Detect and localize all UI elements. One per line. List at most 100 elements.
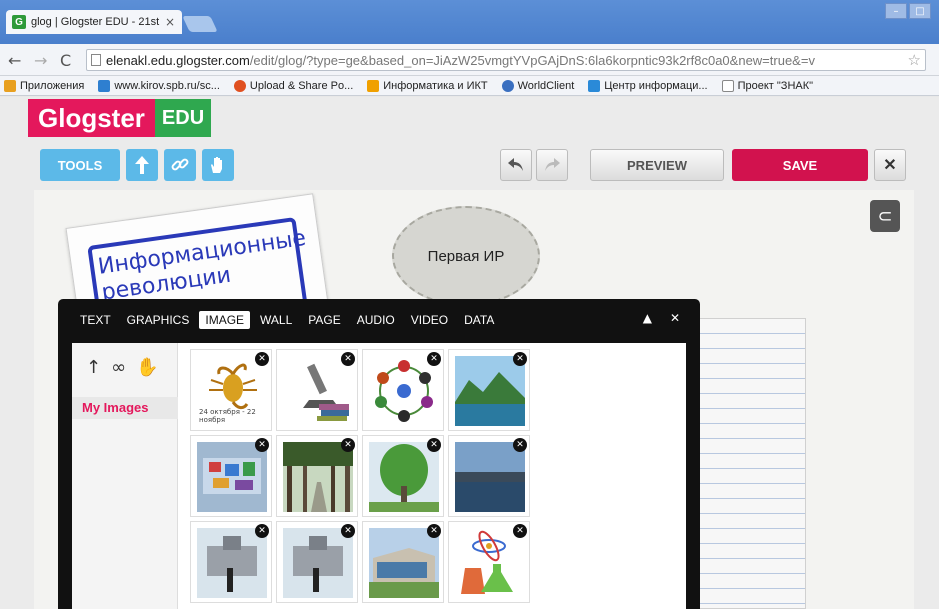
glogster-favicon-icon: G [12,15,26,29]
mountain-lake-image [455,356,525,426]
remove-image-icon[interactable]: ✕ [255,352,269,366]
link-chain-icon[interactable]: ∞ [111,357,126,378]
tab-graphics[interactable]: GRAPHICS [121,311,196,329]
image-thumb-fountain-2[interactable]: ✕ [276,521,358,603]
tab-close-icon[interactable]: × [165,15,175,29]
tab-data[interactable]: DATA [458,311,500,329]
panel-close-icon[interactable]: ✕ [670,311,680,325]
bookmark-label: Информатика и ИКТ [383,79,488,92]
remove-image-icon[interactable]: ✕ [341,438,355,452]
image-thumb-forest-path[interactable]: ✕ [276,435,358,517]
image-thumb-building[interactable]: ✕ [362,521,444,603]
remove-image-icon[interactable]: ✕ [255,524,269,538]
address-bar: ← → C elenakl.edu.glogster.com/edit/glog… [0,44,939,76]
panel-controls: ▲ ✕ [643,311,680,325]
browser-titlebar: G glog | Glogster EDU - 21st × – □ [0,0,939,44]
bookmark-kirov[interactable]: www.kirov.spb.ru/sc... [98,79,220,92]
maximize-icon[interactable]: □ [909,3,931,19]
bookmark-label: Проект "ЗНАК" [737,79,814,92]
browser-tab[interactable]: G glog | Glogster EDU - 21st × [6,10,182,34]
bookmark-apps[interactable]: Приложения [4,79,85,92]
tab-image[interactable]: IMAGE [199,311,251,329]
tab-text[interactable]: TEXT [74,311,117,329]
bookmark-worldclient[interactable]: WorldClient [501,79,575,92]
tab-wall[interactable]: WALL [254,311,298,329]
bookmark-label: WorldClient [517,79,575,92]
page-icon [721,79,734,92]
save-button[interactable]: SAVE [732,149,868,181]
hand-grab-button[interactable] [202,149,234,181]
preview-button[interactable]: PREVIEW [590,149,724,181]
collapse-triangle-icon[interactable]: ▲ [643,311,652,325]
circle-label-tag[interactable]: Первая ИР [392,206,540,306]
remove-image-icon[interactable]: ✕ [513,438,527,452]
bookmark-label: www.kirov.spb.ru/sc... [114,79,220,92]
media-panel: TEXT GRAPHICS IMAGE WALL PAGE AUDIO VIDE… [58,299,700,609]
tab-title: glog | Glogster EDU - 21st [31,16,160,28]
bookmark-upload-share[interactable]: Upload & Share Po... [233,79,354,92]
image-thumb-chemistry[interactable]: ✕ [448,521,530,603]
upload-arrow-button[interactable] [126,149,158,181]
tab-page[interactable]: PAGE [302,311,346,329]
glogster-logo[interactable]: Glogster EDU [28,99,212,137]
lined-paper-stack[interactable] [698,318,806,609]
image-thumb-sunset-lake[interactable]: ✕ [448,435,530,517]
upload-arrow-icon[interactable]: ↑ [86,357,101,378]
remove-image-icon[interactable]: ✕ [341,352,355,366]
undo-button[interactable] [500,149,532,181]
hand-icon[interactable]: ✋ [136,357,158,378]
bookmark-label: Upload & Share Po... [249,79,354,92]
close-editor-button[interactable]: ✕ [874,149,906,181]
bookmark-label: Центр информаци... [604,79,708,92]
remove-image-icon[interactable]: ✕ [427,352,441,366]
new-tab-button[interactable] [182,16,218,32]
logo-edu-badge: EDU [154,99,212,137]
image-thumb-scorpio[interactable]: 24 октября - 22 ноября ✕ [190,349,272,431]
chemistry-flasks-image [461,530,513,594]
redo-button[interactable] [536,149,568,181]
panel-sidebar: ↑ ∞ ✋ My Images [72,343,178,609]
remove-image-icon[interactable]: ✕ [255,438,269,452]
image-thumb-mountain-lake[interactable]: ✕ [448,349,530,431]
remove-image-icon[interactable]: ✕ [513,352,527,366]
kirov-site-icon [98,79,111,92]
bookmark-informatika[interactable]: Информатика и ИКТ [367,79,488,92]
fountain-image [197,528,267,598]
tab-audio[interactable]: AUDIO [351,311,401,329]
remove-image-icon[interactable]: ✕ [341,524,355,538]
remove-image-icon[interactable]: ✕ [427,524,441,538]
logo-text: Glogster [28,99,155,137]
image-thumb-fountain-1[interactable]: ✕ [190,521,272,603]
tab-video[interactable]: VIDEO [405,311,454,329]
remove-image-icon[interactable]: ✕ [513,524,527,538]
image-thumb-classroom-board[interactable]: ✕ [190,435,272,517]
apps-grid-icon [4,79,16,92]
sunset-lake-image [455,442,525,512]
bookmarks-bar: Приложения www.kirov.spb.ru/sc... Upload… [0,76,939,96]
note-card-text: Информационные революции [97,226,312,307]
panel-tabs: TEXT GRAPHICS IMAGE WALL PAGE AUDIO VIDE… [74,311,504,329]
green-tree-image [369,442,439,512]
link-button[interactable] [164,149,196,181]
tools-button[interactable]: TOOLS [40,149,120,181]
sidebar-item-my-images[interactable]: My Images [72,397,178,419]
upload-share-icon [233,79,246,92]
minimize-icon[interactable]: – [885,3,907,19]
url-path: /edit/glog/?type=ge&based_on=JiAzW25vmgt… [249,52,815,68]
bookmark-label: Приложения [20,79,85,92]
url-input[interactable]: elenakl.edu.glogster.com/edit/glog/?type… [86,49,926,71]
image-thumb-green-tree[interactable]: ✕ [362,435,444,517]
bookmark-centr[interactable]: Центр информаци... [588,79,708,92]
sidebar-tools: ↑ ∞ ✋ [86,357,159,378]
image-thumb-science-icons[interactable]: ✕ [362,349,444,431]
paperclip-attach-icon[interactable]: ⊂ [870,200,900,232]
reload-icon[interactable]: C [60,51,71,70]
image-thumb-microscope[interactable]: ✕ [276,349,358,431]
forward-arrow-icon[interactable]: → [34,51,47,70]
microscope-image [303,363,349,421]
remove-image-icon[interactable]: ✕ [427,438,441,452]
bookmark-star-icon[interactable]: ☆ [908,51,921,69]
bookmark-proekt[interactable]: Проект "ЗНАК" [721,79,814,92]
back-arrow-icon[interactable]: ← [8,51,21,70]
undo-arrow-icon [508,158,523,171]
